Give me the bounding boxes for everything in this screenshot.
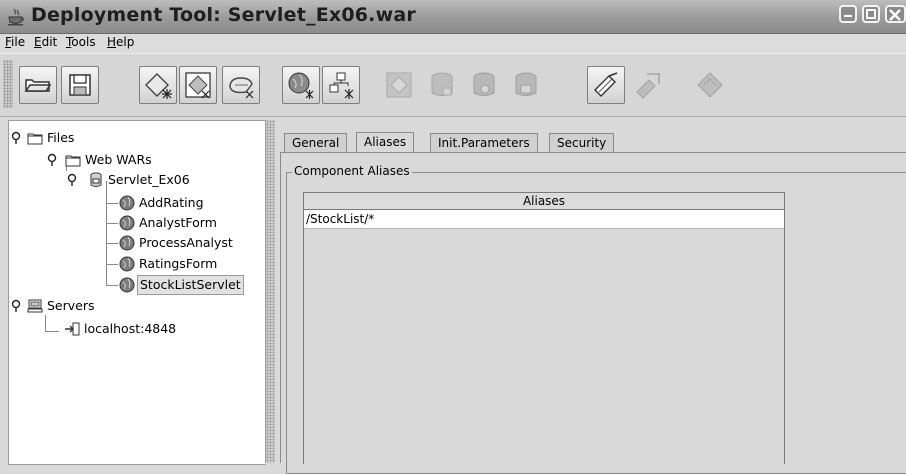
java-cup-icon	[8, 8, 24, 26]
tree-label-component: ProcessAnalyst	[139, 235, 233, 250]
tree-label-web-wars: Web WARs	[85, 152, 152, 167]
deploy-icon	[636, 73, 660, 99]
tree-label-component: AddRating	[139, 195, 204, 210]
disabled-database-icon-3	[515, 72, 537, 96]
open-icon	[24, 79, 52, 92]
expanded-handle-icon	[67, 173, 77, 186]
verify-button[interactable]	[587, 66, 625, 104]
menu-edit-rest: dit	[41, 35, 58, 49]
group-title: Component Aliases	[292, 164, 412, 178]
pane-splitter[interactable]	[265, 120, 275, 463]
menu-bar: File Edit Tools Help	[0, 34, 906, 52]
maximize-button[interactable]	[862, 5, 880, 23]
minimize-button[interactable]	[839, 5, 857, 23]
tab-init-parameters[interactable]: Init.Parameters	[430, 133, 538, 152]
web-component-icon	[119, 195, 135, 211]
menu-tools-rest: ools	[71, 35, 96, 49]
menu-tools[interactable]: Tools	[66, 35, 96, 49]
expanded-handle-icon	[11, 131, 21, 144]
new-module-icon	[185, 72, 211, 99]
war-archive-icon	[90, 172, 102, 187]
menu-file[interactable]: File	[5, 35, 25, 49]
server-icon	[65, 322, 80, 336]
undeploy-icon	[697, 72, 723, 98]
disabled-database-icon-2	[473, 72, 495, 96]
minimize-icon	[844, 15, 852, 17]
menu-help[interactable]: Help	[107, 35, 134, 49]
menu-help-mnemonic: H	[107, 35, 117, 49]
disabled-database-button-2	[465, 66, 503, 104]
folder-icon	[27, 133, 43, 145]
maximize-icon	[866, 9, 876, 19]
menu-edit-mnemonic: E	[34, 35, 42, 49]
new-application-icon	[145, 73, 172, 99]
tree-label-war: Servlet_Ex06	[108, 172, 190, 187]
menu-file-rest: ile	[11, 35, 26, 49]
open-button[interactable]	[19, 66, 57, 104]
disabled-database-icon-1	[431, 72, 453, 96]
disabled-tool-icon-1	[386, 72, 412, 98]
tree-pane[interactable]: Files Web WARs Servlet_Ex06 AddRating An…	[8, 120, 266, 465]
new-web-component-icon	[288, 72, 314, 99]
servers-icon	[27, 299, 43, 313]
web-component-icon	[119, 215, 135, 231]
new-hierarchy-button[interactable]	[322, 66, 360, 104]
new-module-button[interactable]	[179, 66, 217, 104]
new-connector-icon	[229, 77, 254, 99]
menu-help-rest: elp	[116, 35, 135, 49]
save-icon	[69, 74, 91, 96]
tree-label-component: AnalystForm	[139, 215, 217, 230]
tree-label-component: StockListServlet	[137, 275, 244, 295]
close-icon	[889, 9, 901, 21]
column-header-aliases[interactable]: Aliases	[304, 193, 784, 210]
tab-security[interactable]: Security	[549, 133, 615, 152]
title-bar[interactable]: Deployment Tool: Servlet_Ex06.war	[0, 0, 906, 34]
properties-pane: General Aliases Init.Parameters Security…	[275, 120, 906, 474]
new-web-component-button[interactable]	[282, 66, 320, 104]
table-row[interactable]: /StockList/*	[304, 210, 784, 229]
new-hierarchy-icon	[329, 72, 354, 99]
disabled-tool-button-1	[380, 66, 418, 104]
expanded-handle-icon	[11, 299, 21, 312]
deploy-button	[629, 66, 667, 104]
new-application-button[interactable]	[139, 66, 177, 104]
tab-general[interactable]: General	[284, 133, 348, 152]
web-component-icon	[119, 277, 135, 293]
close-button[interactable]	[885, 5, 906, 23]
aliases-table[interactable]: Aliases /StockList/*	[303, 192, 785, 464]
tree-label-servers: Servers	[47, 298, 95, 313]
menu-edit[interactable]: Edit	[34, 35, 57, 49]
web-component-icon	[119, 235, 135, 251]
window-title: Deployment Tool: Servlet_Ex06.war	[31, 4, 416, 26]
new-connector-button[interactable]	[222, 66, 260, 104]
disabled-database-button-1	[423, 66, 461, 104]
tree-label-server: localhost:4848	[84, 321, 177, 336]
expanded-handle-icon	[47, 153, 57, 166]
web-component-icon	[119, 256, 135, 272]
folder-icon	[65, 155, 81, 167]
tree-label-component: RatingsForm	[139, 256, 218, 271]
tab-aliases[interactable]: Aliases	[356, 132, 415, 153]
disabled-database-button-3	[507, 66, 545, 104]
save-button[interactable]	[61, 66, 99, 104]
undeploy-button	[691, 66, 729, 104]
toolbar-grip[interactable]	[3, 60, 13, 108]
toolbar	[0, 53, 906, 117]
verify-icon	[594, 72, 618, 97]
tree-label-files: Files	[47, 130, 75, 145]
